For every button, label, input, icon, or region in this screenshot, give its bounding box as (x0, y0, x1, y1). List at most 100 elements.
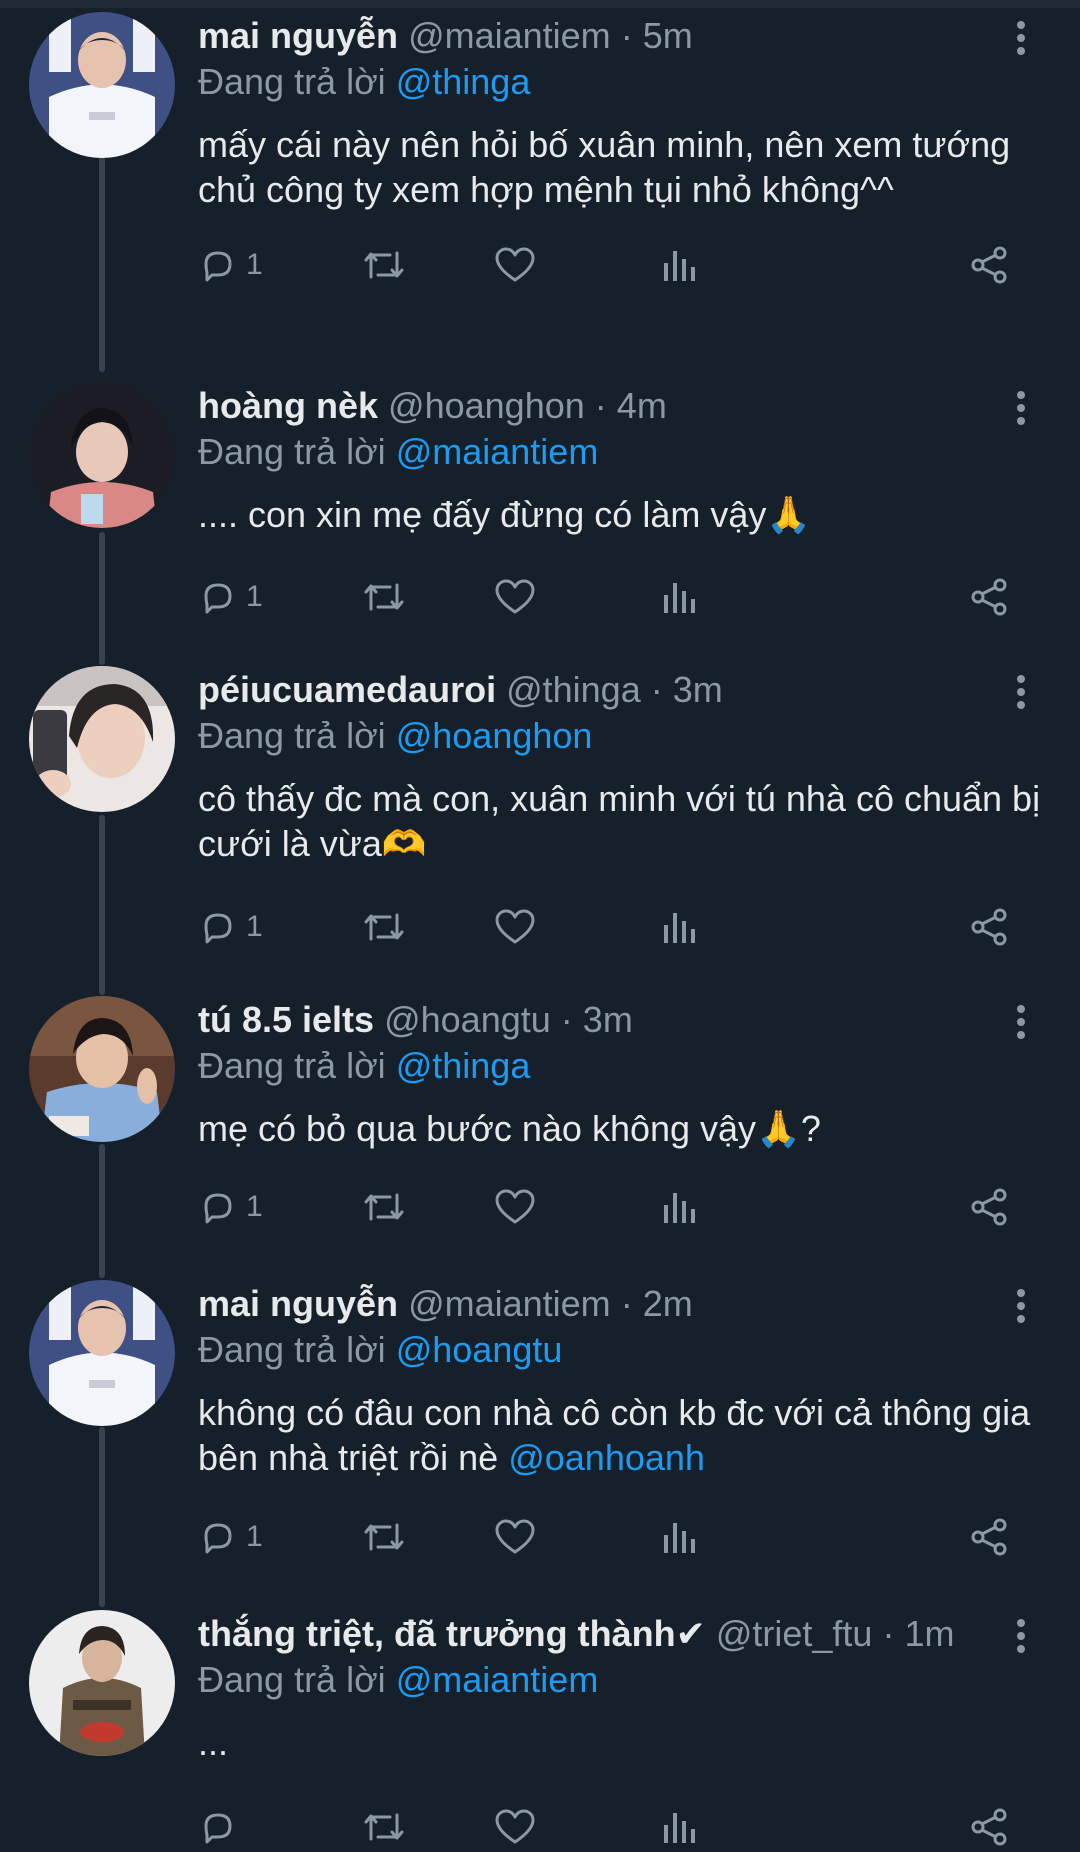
user-handle[interactable]: @thinga (506, 669, 641, 710)
retweet-button[interactable] (360, 240, 408, 290)
avatar[interactable] (29, 12, 175, 158)
share-button[interactable] (968, 240, 1010, 290)
thread-line (99, 1427, 105, 1607)
tweet-text: mấy cái này nên hỏi bố xuân minh, nên xe… (198, 122, 1058, 212)
like-button[interactable] (494, 240, 536, 290)
tweet-text: mẹ có bỏ qua bước nào không vậy🙏? (198, 1106, 1058, 1151)
like-button[interactable] (494, 572, 536, 622)
share-button[interactable] (968, 1512, 1010, 1562)
heart-icon (495, 1809, 535, 1844)
display-name[interactable]: mai nguyễn (198, 15, 398, 56)
mention-link[interactable]: @oanhoanh (508, 1437, 705, 1478)
more-vertical-icon[interactable] (1005, 1616, 1037, 1656)
timestamp[interactable]: 3m (673, 669, 723, 710)
tweet-header: thắng triệt, đã trưởng thành✔ @triet_ftu… (198, 1612, 998, 1656)
tweet-text-content: ... (198, 1722, 229, 1763)
replying-label: Đang trả lời (198, 715, 386, 756)
retweet-button[interactable] (360, 902, 408, 952)
heart-icon (495, 247, 535, 282)
user-handle[interactable]: @hoangtu (384, 999, 551, 1040)
views-button[interactable] (658, 902, 698, 952)
reply-to-link[interactable]: @thinga (396, 61, 531, 102)
thread-line (99, 1144, 105, 1278)
replying-label: Đang trả lời (198, 1659, 386, 1700)
tweet-text-content: mẹ có bỏ qua bước nào không vậy🙏? (198, 1108, 821, 1149)
views-button[interactable] (658, 1182, 698, 1232)
heart-icon (495, 1519, 535, 1554)
user-handle[interactable]: @maiantiem (408, 1283, 611, 1324)
views-button[interactable] (658, 1512, 698, 1562)
reply-count: 1 (246, 1520, 263, 1553)
timestamp[interactable]: 3m (583, 999, 633, 1040)
reply-icon (204, 1523, 232, 1554)
reply-count: 1 (246, 1190, 263, 1223)
tweet-text-content: mấy cái này nên hỏi bố xuân minh, nên xe… (198, 124, 1011, 210)
reply-button[interactable]: 1 (198, 1512, 263, 1562)
retweet-button[interactable] (360, 572, 408, 622)
display-name[interactable]: péiucuamedauroi (198, 669, 496, 710)
user-handle[interactable]: @hoanghon (388, 385, 585, 426)
retweet-button[interactable] (360, 1182, 408, 1232)
avatar[interactable] (29, 382, 175, 528)
like-button[interactable] (494, 902, 536, 952)
reply-button[interactable]: 1 (198, 1182, 263, 1232)
user-handle[interactable]: @maiantiem (408, 15, 611, 56)
reply-count: 1 (246, 910, 263, 943)
more-vertical-icon[interactable] (1005, 18, 1037, 58)
user-handle[interactable]: @triet_ftu (716, 1613, 873, 1654)
display-name[interactable]: mai nguyễn (198, 1283, 398, 1324)
views-button[interactable] (658, 240, 698, 290)
tweet-text-content: cô thấy đc mà con, xuân minh với tú nhà … (198, 778, 1041, 864)
more-vertical-icon[interactable] (1005, 672, 1037, 712)
timestamp[interactable]: 4m (617, 385, 667, 426)
separator-dot: · (594, 385, 607, 426)
more-vertical-icon[interactable] (1005, 1286, 1037, 1326)
more-vertical-icon[interactable] (1005, 1002, 1037, 1042)
share-button[interactable] (968, 1802, 1010, 1852)
replying-to: Đang trả lời @thinga (198, 60, 530, 104)
views-button[interactable] (658, 572, 698, 622)
more-vertical-icon[interactable] (1005, 388, 1037, 428)
retweet-button[interactable] (360, 1512, 408, 1562)
display-name[interactable]: hoàng nèk (198, 385, 378, 426)
replying-label: Đang trả lời (198, 1329, 386, 1370)
timestamp[interactable]: 1m (904, 1613, 954, 1654)
reply-to-link[interactable]: @thinga (396, 1045, 531, 1086)
reply-button[interactable]: 1 (198, 240, 263, 290)
replying-to: Đang trả lời @thinga (198, 1044, 530, 1088)
share-button[interactable] (968, 902, 1010, 952)
reply-icon (204, 913, 232, 944)
timestamp[interactable]: 2m (643, 1283, 693, 1324)
display-name[interactable]: thắng triệt, đã trưởng thành✔ (198, 1613, 706, 1654)
like-button[interactable] (494, 1802, 536, 1852)
like-button[interactable] (494, 1182, 536, 1232)
share-icon (971, 1188, 1007, 1226)
reply-to-link[interactable]: @hoangtu (396, 1329, 563, 1370)
action-bar: 1 (198, 240, 1018, 290)
share-button[interactable] (968, 572, 1010, 622)
reply-to-link[interactable]: @hoanghon (396, 715, 593, 756)
share-icon (971, 1518, 1007, 1556)
reply-button[interactable]: 1 (198, 572, 263, 622)
share-icon (971, 246, 1007, 284)
reply-to-link[interactable]: @maiantiem (396, 431, 599, 472)
avatar[interactable] (29, 1280, 175, 1426)
tweet-header: hoàng nèk @hoanghon · 4m (198, 384, 998, 428)
avatar[interactable] (29, 996, 175, 1142)
reply-icon (204, 583, 232, 614)
retweet-icon (364, 583, 404, 611)
display-name[interactable]: tú 8.5 ielts (198, 999, 374, 1040)
avatar[interactable] (29, 666, 175, 812)
tweet-text: không có đâu con nhà cô còn kb đc với cả… (198, 1390, 1058, 1480)
views-icon (664, 1193, 695, 1223)
share-button[interactable] (968, 1182, 1010, 1232)
reply-button[interactable]: 1 (198, 902, 263, 952)
like-button[interactable] (494, 1512, 536, 1562)
reply-button[interactable] (198, 1802, 246, 1852)
separator-dot: · (620, 15, 633, 56)
timestamp[interactable]: 5m (643, 15, 693, 56)
views-button[interactable] (658, 1802, 698, 1852)
avatar[interactable] (29, 1610, 175, 1756)
retweet-button[interactable] (360, 1802, 408, 1852)
reply-to-link[interactable]: @maiantiem (396, 1659, 599, 1700)
